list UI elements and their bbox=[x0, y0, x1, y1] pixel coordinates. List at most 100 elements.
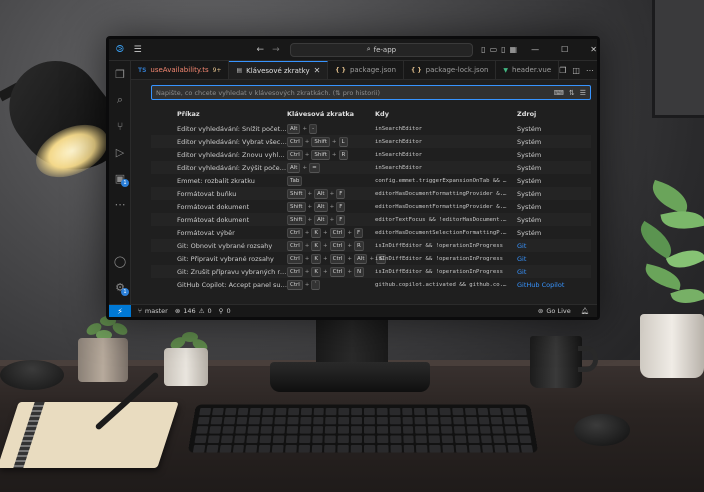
keyboard-key bbox=[325, 426, 337, 434]
table-row[interactable]: Formátovat buňku Shift + Alt + FeditorHasDocu… bbox=[151, 187, 591, 200]
tab-package-lock-json[interactable]: { } package-lock.json bbox=[404, 61, 497, 79]
ports-indicator[interactable]: ⚲ 0 bbox=[219, 307, 231, 315]
toggle-primary-sidebar-icon[interactable]: ▯ bbox=[481, 45, 485, 54]
keyboard-key bbox=[247, 426, 260, 434]
keyboard-key bbox=[402, 426, 414, 434]
keyboard-key bbox=[219, 444, 232, 453]
keyboard-key bbox=[491, 416, 503, 425]
key-separator: + bbox=[331, 138, 337, 145]
monitor-stand bbox=[316, 320, 388, 366]
menu-icon[interactable]: ☰ bbox=[131, 45, 145, 55]
settings-gear-icon[interactable]: ⚙ 1 bbox=[109, 274, 131, 300]
table-row[interactable]: GitHub Copilot: Accept panel suggestio..… bbox=[151, 278, 591, 291]
table-row[interactable]: Git: Obnovit vybrané rozsahy Ctrl + K + Ctrl +… bbox=[151, 239, 591, 252]
keyboard-key bbox=[506, 435, 519, 444]
key-separator: + bbox=[347, 242, 353, 249]
forward-arrow-icon[interactable]: → bbox=[272, 45, 280, 55]
open-keybindings-json-icon[interactable]: ❐ bbox=[559, 66, 566, 75]
table-row[interactable]: Formátovat dokument Shift + Alt + FeditorText… bbox=[151, 213, 591, 226]
column-command: Příkaz bbox=[177, 110, 200, 118]
keyboard-key bbox=[363, 426, 375, 434]
more-icon[interactable]: ⋯ bbox=[109, 191, 131, 217]
problems-count: 9+ bbox=[212, 66, 222, 74]
run-debug-icon[interactable]: ▷ bbox=[109, 139, 131, 165]
extensions-icon[interactable]: ▣ 1 bbox=[109, 165, 131, 191]
broadcast-icon: ⊚ bbox=[537, 307, 544, 315]
table-row[interactable]: Editor vyhledávání: Znovu vyhledat Ctrl + S… bbox=[151, 148, 591, 161]
source-cell[interactable]: GitHub Copilot bbox=[513, 281, 591, 289]
files-icon[interactable]: ❐ bbox=[109, 61, 131, 87]
record-keys-icon[interactable]: ⌨ bbox=[554, 89, 564, 97]
keyboard-key bbox=[377, 444, 389, 453]
search-icon[interactable]: ⌕ bbox=[109, 87, 131, 113]
keyboard-key bbox=[439, 408, 451, 416]
remote-indicator-icon[interactable]: ⚡ bbox=[109, 305, 131, 317]
command-cell: Editor vyhledávání: Zvýšit počet řádků k… bbox=[177, 163, 287, 172]
source-cell[interactable]: Git bbox=[513, 242, 591, 250]
keyboard-key bbox=[494, 444, 507, 453]
key-separator: + bbox=[304, 255, 310, 262]
key-cap: K bbox=[311, 266, 322, 277]
table-row[interactable]: Editor vyhledávání: Snížit počet řádků k… bbox=[151, 122, 591, 135]
key-separator: + bbox=[304, 229, 310, 236]
command-cell: Git: Obnovit vybrané rozsahy bbox=[177, 241, 273, 250]
branch-indicator[interactable]: ⑂ master bbox=[138, 307, 168, 315]
tab-keyboard-shortcuts[interactable]: ▤ Klávesové zkratky ✕ bbox=[229, 61, 329, 79]
more-actions-icon[interactable]: ⋯ bbox=[586, 66, 594, 75]
key-separator: + bbox=[329, 190, 335, 197]
close-tab-icon[interactable]: ✕ bbox=[314, 66, 321, 75]
keyboard-key bbox=[224, 408, 237, 416]
keyboard-key bbox=[519, 435, 532, 444]
key-separator: + bbox=[329, 216, 335, 223]
vscode-window: ⧁ ☰ ← → ⌕ fe-app ▯ ▭ ▯ ▦ — ☐ ✕ ❐ ⌕ ⑂ ▷ ▣… bbox=[109, 39, 597, 317]
customize-layout-icon[interactable]: ▦ bbox=[510, 45, 518, 54]
keyboard-key bbox=[520, 444, 534, 453]
clear-filter-icon[interactable]: ☰ bbox=[580, 89, 586, 97]
notifications-icon[interactable]: 🔔︎ bbox=[581, 307, 589, 315]
split-editor-icon[interactable]: ◫ bbox=[572, 66, 580, 75]
account-icon[interactable]: ◯ bbox=[109, 248, 131, 274]
keyboard-key bbox=[211, 408, 224, 416]
source-control-icon[interactable]: ⑂ bbox=[109, 113, 131, 139]
table-row[interactable]: Formátovat výběr Ctrl + K + Ctrl + FeditorHasDo… bbox=[151, 226, 591, 239]
toggle-secondary-sidebar-icon[interactable]: ▯ bbox=[501, 45, 505, 54]
column-keybinding: Klávesová zkratka bbox=[287, 110, 355, 118]
keyboard-key bbox=[389, 416, 401, 425]
command-center-search[interactable]: ⌕ fe-app bbox=[289, 42, 474, 57]
key-cap: L bbox=[338, 136, 348, 147]
command-cell: Formátovat dokument bbox=[177, 215, 250, 224]
keyboard-key bbox=[299, 426, 311, 434]
table-row[interactable]: Emmet: rozbalit zkratku Tab config.emmet.t… bbox=[151, 174, 591, 187]
keyboard-key bbox=[452, 416, 465, 425]
minimize-icon[interactable]: — bbox=[531, 45, 539, 54]
keyboard-key bbox=[311, 444, 323, 453]
table-row[interactable]: Git: Zrušit přípravu vybraných rozsahůCt… bbox=[151, 265, 591, 278]
key-cap: Ctrl bbox=[287, 253, 303, 264]
source-cell[interactable]: Git bbox=[513, 255, 591, 263]
sort-by-precedence-icon[interactable]: ⇅ bbox=[569, 89, 575, 97]
keyboard-key bbox=[416, 444, 428, 453]
close-icon[interactable]: ✕ bbox=[590, 45, 597, 54]
keyboard-key bbox=[311, 435, 324, 444]
when-cell: inSearchEditor bbox=[375, 164, 423, 171]
keybinding-cell: Ctrl + K + Ctrl + R bbox=[287, 240, 375, 251]
table-row[interactable]: Editor vyhledávání: Vybrat všechny shody… bbox=[151, 135, 591, 148]
source-cell[interactable]: Git bbox=[513, 268, 591, 276]
table-header: Příkaz Klávesová zkratka Kdy Zdroj bbox=[151, 106, 591, 122]
go-live-button[interactable]: ⊚ Go Live bbox=[538, 307, 571, 315]
tab-package-json[interactable]: { } package.json bbox=[328, 61, 405, 79]
ports-count: 0 bbox=[226, 307, 231, 315]
keyboard-key bbox=[234, 426, 247, 434]
maximize-icon[interactable]: ☐ bbox=[561, 45, 568, 54]
tab-header-vue[interactable]: ▼ header.vue bbox=[496, 61, 560, 79]
keyboard-key bbox=[453, 426, 466, 434]
table-row[interactable]: Git: Připravit vybrané rozsahy Ctrl + K + Ctr… bbox=[151, 252, 591, 265]
keybindings-search-input[interactable] bbox=[156, 88, 554, 97]
table-row[interactable]: Formátovat dokument Shift + Alt + FeditorHasD… bbox=[151, 200, 591, 213]
back-arrow-icon[interactable]: ← bbox=[257, 45, 265, 55]
toggle-panel-icon[interactable]: ▭ bbox=[490, 45, 498, 54]
tab-use-availability[interactable]: TS useAvailability.ts 9+ bbox=[131, 61, 230, 79]
problems-indicator[interactable]: ⊗ 146 ⚠ 0 bbox=[175, 307, 212, 315]
keyboard-key bbox=[313, 408, 325, 416]
table-row[interactable]: Editor vyhledávání: Zvýšit počet řádků k… bbox=[151, 161, 591, 174]
